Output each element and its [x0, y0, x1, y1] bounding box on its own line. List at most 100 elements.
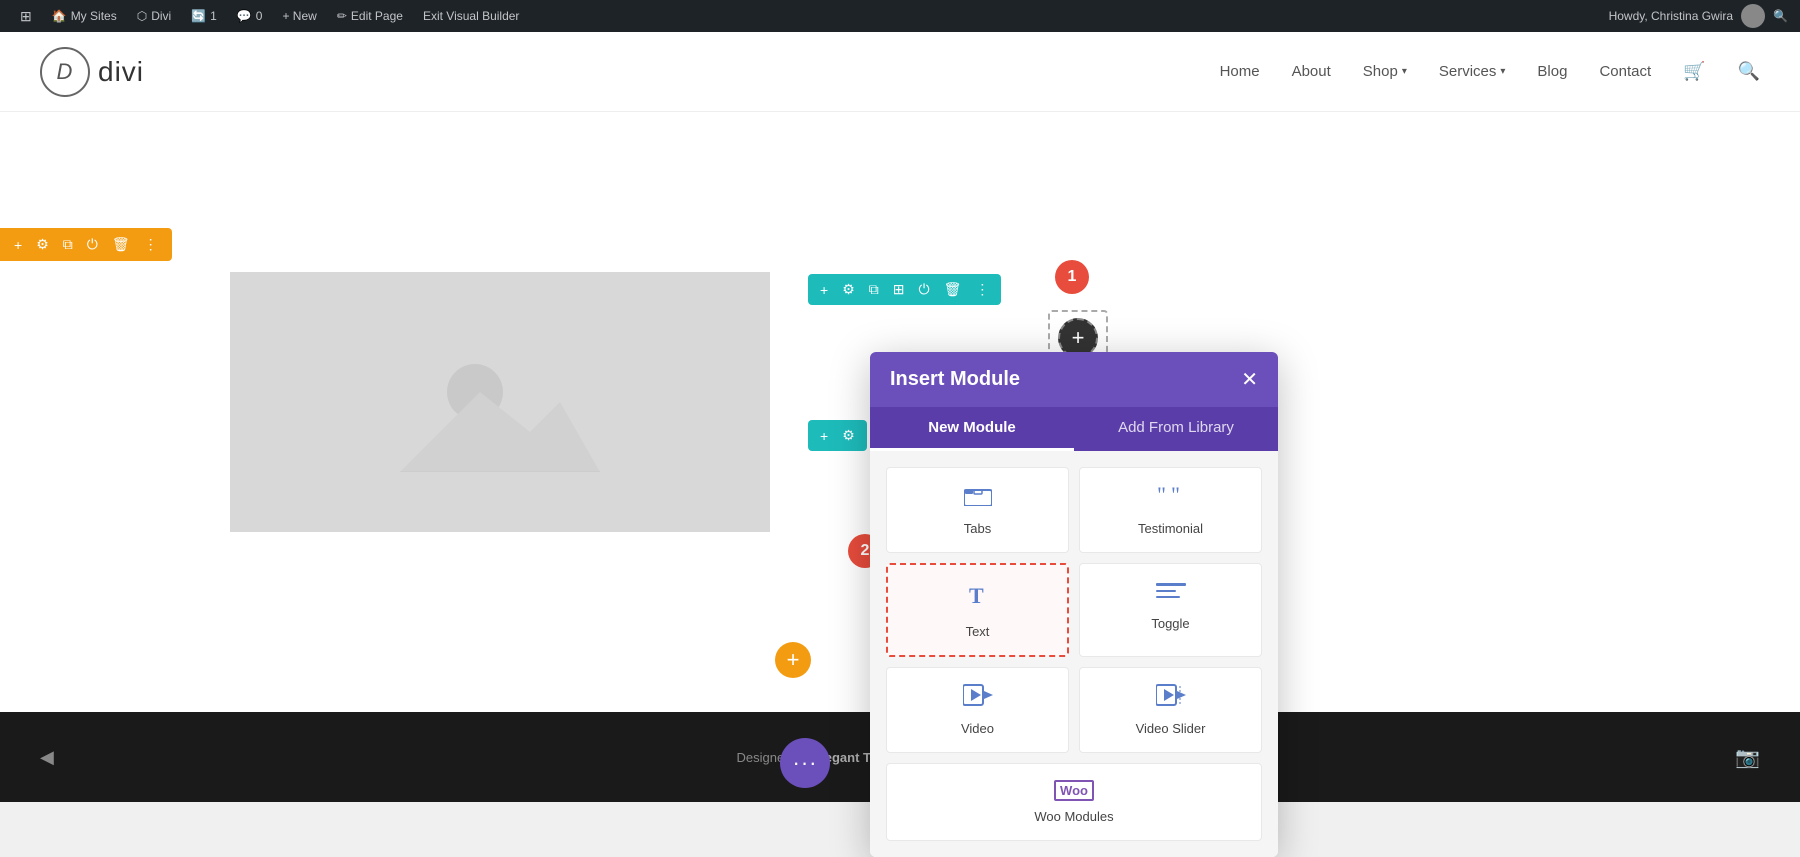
new-menu[interactable]: + New [274, 0, 324, 32]
col2-settings-icon[interactable]: ⚙ [838, 425, 859, 446]
module-item-video-slider[interactable]: Video Slider [1079, 667, 1262, 753]
module-item-woo[interactable]: Woo Woo Modules [886, 763, 1262, 841]
row-settings-icon[interactable]: ⚙ [32, 234, 53, 255]
site-nav: Home About Shop ▾ Services ▾ Blog Contac… [1220, 61, 1760, 82]
tabs-icon [964, 484, 992, 513]
dialog-title: Insert Module [890, 368, 1020, 391]
updates-count: 1 [210, 9, 217, 23]
nav-home[interactable]: Home [1220, 63, 1260, 80]
svg-text:": " [1171, 484, 1180, 506]
site-logo[interactable]: D divi [40, 47, 144, 97]
comments-menu[interactable]: 💬 0 [229, 0, 271, 32]
my-sites-menu[interactable]: 🏠 My Sites [44, 0, 125, 32]
dialog-tabs: New Module Add From Library [870, 407, 1278, 451]
video-slider-icon [1156, 684, 1186, 713]
module-item-testimonial[interactable]: "" Testimonial [1079, 467, 1262, 553]
badge-1-number: 1 [1068, 268, 1077, 286]
image-placeholder [230, 272, 770, 532]
tabs-label: Tabs [964, 521, 991, 536]
edit-page-label: Edit Page [351, 9, 403, 23]
nav-services[interactable]: Services ▾ [1439, 63, 1506, 80]
divi-label: Divi [151, 9, 171, 23]
admin-bar-right: Howdy, Christina Gwira 🔍 [1609, 4, 1788, 28]
col1-add-icon[interactable]: + [816, 280, 832, 300]
add-section-button[interactable]: + [775, 642, 811, 678]
footer-social: 📷 [1735, 745, 1760, 770]
nav-contact[interactable]: Contact [1599, 63, 1651, 80]
edit-page-link[interactable]: ✏ Edit Page [329, 0, 411, 32]
nav-shop[interactable]: Shop ▾ [1363, 63, 1407, 80]
video-icon [963, 684, 993, 713]
badge-2-number: 2 [861, 542, 870, 560]
nav-services-label: Services [1439, 63, 1497, 80]
video-label: Video [961, 721, 994, 736]
row-more-icon[interactable]: ⋮ [140, 234, 162, 255]
col-toolbar-2: + ⚙ [808, 420, 867, 451]
nav-shop-label: Shop [1363, 63, 1398, 80]
col1-more-icon[interactable]: ⋮ [971, 279, 993, 300]
search-icon[interactable]: 🔍 [1773, 9, 1788, 23]
dialog-close-button[interactable]: ✕ [1241, 370, 1258, 390]
text-module-icon: T [964, 581, 992, 616]
exit-builder-label: Exit Visual Builder [423, 9, 520, 23]
nav-contact-label: Contact [1599, 63, 1651, 80]
testimonial-label: Testimonial [1138, 521, 1203, 536]
divi-menu[interactable]: ⬡ Divi [129, 0, 179, 32]
divi-icon: ⬡ [137, 9, 147, 23]
shop-chevron-icon: ▾ [1402, 66, 1407, 77]
logo-circle: D [40, 47, 90, 97]
logo-text: divi [98, 56, 144, 88]
nav-about[interactable]: About [1292, 63, 1331, 80]
admin-bar: ⊞ 🏠 My Sites ⬡ Divi 🔄 1 💬 0 + New ✏ Edit… [0, 0, 1800, 32]
new-label: + New [282, 9, 316, 23]
col1-trash-icon[interactable]: 🗑 [940, 279, 966, 300]
module-item-video[interactable]: Video [886, 667, 1069, 753]
woo-icon: Woo [1054, 780, 1094, 801]
module-item-toggle[interactable]: Toggle [1079, 563, 1262, 657]
dialog-body: Tabs "" Testimonial T Text T [870, 451, 1278, 857]
col1-duplicate-icon[interactable]: ⧉ [865, 279, 883, 300]
row-toolbar-top: + ⚙ ⧉ ⏻ 🗑 ⋮ [0, 228, 172, 261]
wp-logo[interactable]: ⊞ [12, 0, 40, 32]
footer-back-arrow[interactable]: ◀ [40, 747, 54, 768]
col1-settings-icon[interactable]: ⚙ [838, 279, 859, 300]
col2-add-icon[interactable]: + [816, 426, 832, 446]
cart-icon[interactable]: 🛒 [1683, 61, 1705, 82]
tab-new-module[interactable]: New Module [870, 407, 1074, 451]
nav-home-label: Home [1220, 63, 1260, 80]
nav-blog[interactable]: Blog [1537, 63, 1567, 80]
row-add-icon[interactable]: + [10, 235, 26, 255]
my-sites-icon: 🏠 [52, 9, 67, 23]
module-item-text[interactable]: T Text [886, 563, 1069, 657]
exit-builder-link[interactable]: Exit Visual Builder [415, 0, 528, 32]
services-chevron-icon: ▾ [1500, 66, 1505, 77]
row-lock-icon[interactable]: ⏻ [83, 234, 102, 255]
header-search-icon[interactable]: 🔍 [1738, 61, 1760, 82]
comments-count: 0 [256, 9, 263, 23]
woo-label: Woo Modules [1034, 809, 1113, 824]
nav-about-label: About [1292, 63, 1331, 80]
placeholder-svg [400, 332, 600, 472]
row-duplicate-icon[interactable]: ⧉ [59, 234, 77, 255]
insert-module-dialog: Insert Module ✕ New Module Add From Libr… [870, 352, 1278, 857]
logo-letter: D [57, 59, 74, 85]
col1-toggle-icon[interactable]: ⏻ [914, 279, 933, 300]
module-item-tabs[interactable]: Tabs [886, 467, 1069, 553]
dialog-header: Insert Module ✕ [870, 352, 1278, 407]
site-header: D divi Home About Shop ▾ Services ▾ Blog… [0, 32, 1800, 112]
edit-icon: ✏ [337, 9, 347, 23]
text-label: Text [966, 624, 990, 639]
video-slider-label: Video Slider [1136, 721, 1206, 736]
col1-grid-icon[interactable]: ⊞ [889, 279, 909, 300]
bottom-fab-button[interactable]: ··· [780, 738, 830, 788]
step-badge-1: 1 [1055, 260, 1089, 294]
instagram-icon[interactable]: 📷 [1735, 745, 1760, 770]
tab-add-from-library[interactable]: Add From Library [1074, 407, 1278, 451]
main-content: + ⚙ ⧉ ⏻ 🗑 ⋮ + ⚙ ⧉ ⊞ ⏻ 🗑 ⋮ 1 + + ⚙ [0, 112, 1800, 712]
row-trash-icon[interactable]: 🗑 [108, 234, 134, 255]
updates-icon: 🔄 [191, 9, 206, 23]
user-greeting: Howdy, Christina Gwira [1609, 9, 1733, 23]
user-avatar [1741, 4, 1765, 28]
updates-menu[interactable]: 🔄 1 [183, 0, 225, 32]
testimonial-icon: "" [1157, 484, 1185, 513]
